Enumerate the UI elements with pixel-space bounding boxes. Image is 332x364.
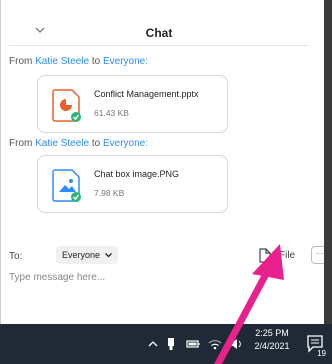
wifi-icon[interactable] [208, 337, 222, 351]
message-input[interactable] [9, 272, 305, 283]
from-label: From [9, 56, 33, 67]
file-name: Chat box image.PNG [94, 169, 180, 179]
image-file-icon [52, 169, 81, 202]
sender-name[interactable]: Katie Steele [35, 138, 89, 149]
chat-panel: Chat From Katie Steele to Everyone: Conf… [0, 0, 324, 324]
message-sender-line: From Katie Steele to Everyone: [9, 56, 148, 67]
to-label: To: [9, 251, 23, 262]
recipient-name: Everyone: [102, 56, 148, 67]
clock-date: 2/4/2021 [254, 341, 290, 351]
to-word: to [91, 56, 101, 67]
chat-header: Chat [9, 18, 309, 46]
clock-time: 2:25 PM [255, 328, 289, 338]
to-word: to [91, 138, 101, 149]
recipient-value: Everyone [62, 250, 101, 260]
recipient-dropdown[interactable]: Everyone [56, 246, 118, 264]
chat-title: Chat [145, 26, 173, 40]
taskbar: 2:25 PM 2/4/2021 19 [0, 324, 332, 364]
file-share-button[interactable]: File [259, 246, 303, 266]
file-attachment-card[interactable]: Conflict Management.pptx 61.43 KB [37, 75, 228, 133]
window-edge-right [324, 0, 332, 324]
compose-area: To: Everyone File ··· [1, 244, 324, 324]
chevron-up-icon[interactable] [148, 337, 158, 351]
system-clock[interactable]: 2:25 PM 2/4/2021 [252, 327, 292, 353]
chevron-down-icon [104, 253, 112, 258]
powerpoint-file-icon [52, 89, 81, 122]
notification-count: 19 [317, 349, 326, 358]
file-size: 7.98 KB [94, 188, 125, 198]
file-size: 61.43 KB [94, 108, 129, 118]
more-options-button[interactable]: ··· [311, 246, 324, 264]
from-label: From [9, 138, 33, 149]
sender-name[interactable]: Katie Steele [35, 56, 89, 67]
volume-icon[interactable] [228, 337, 242, 351]
battery-icon[interactable] [186, 337, 200, 351]
recipient-name: Everyone: [102, 138, 148, 149]
file-button-label: File [279, 250, 296, 261]
message-sender-line: From Katie Steele to Everyone: [9, 138, 148, 149]
action-center-button[interactable]: 19 [306, 334, 326, 358]
file-icon [259, 248, 271, 263]
file-attachment-card[interactable]: Chat box image.PNG 7.98 KB [37, 155, 228, 213]
file-name: Conflict Management.pptx [94, 89, 199, 99]
usb-drive-icon[interactable] [166, 337, 176, 351]
